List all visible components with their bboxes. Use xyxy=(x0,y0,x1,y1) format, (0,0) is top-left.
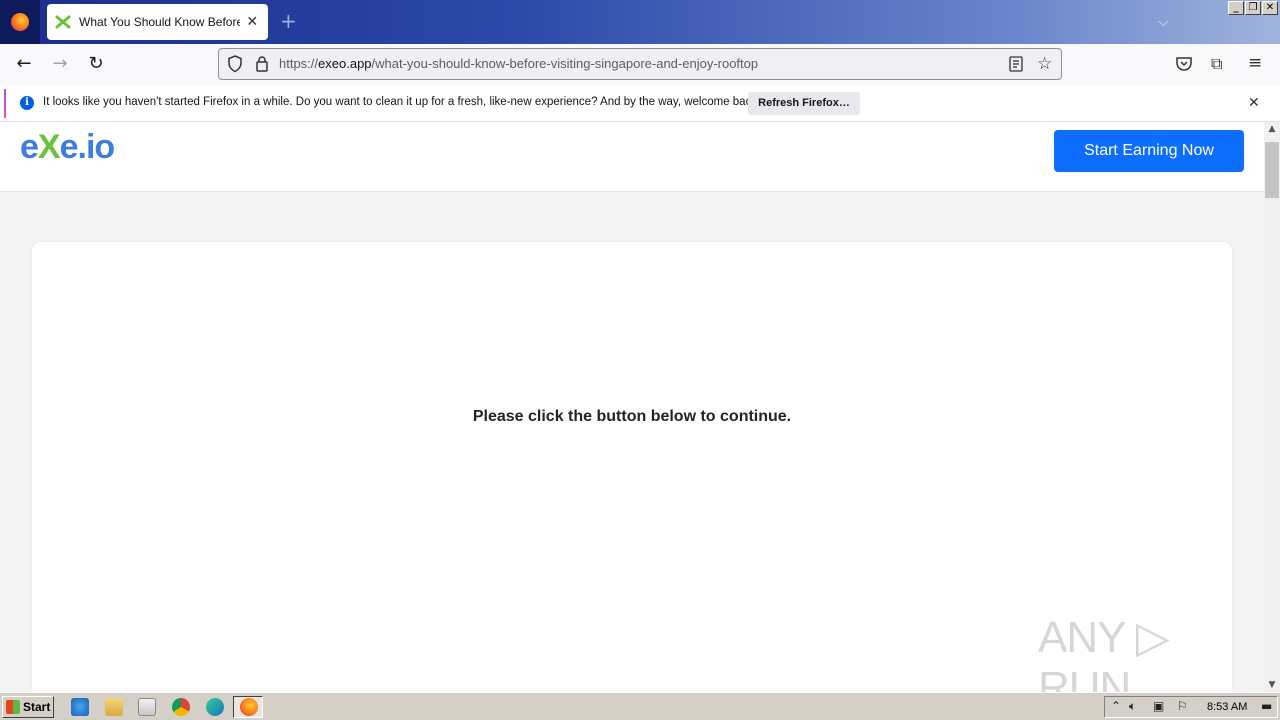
exe-favicon-icon xyxy=(55,14,71,30)
firefox-menu-button[interactable] xyxy=(0,0,40,44)
forward-arrow-icon[interactable]: → xyxy=(50,54,70,74)
extensions-icon[interactable]: ⧉ xyxy=(1211,54,1222,74)
lock-icon[interactable] xyxy=(255,55,269,77)
scroll-thumb[interactable] xyxy=(1265,142,1279,198)
system-tray: ⌃ 🔈︎ ▣ ⚐ 8:53 AM ▬ xyxy=(1104,696,1278,718)
page-viewport: eXe.io Start Earning Now Please click th… xyxy=(0,122,1264,692)
windows-taskbar: Start ⌃ 🔈︎ ▣ ⚐ 8:53 AM ▬ xyxy=(0,692,1280,720)
reload-icon[interactable]: ↻ xyxy=(86,54,106,74)
refresh-firefox-button[interactable]: Refresh Firefox… xyxy=(748,92,860,115)
navigation-toolbar: ← → ↻ https://exeo.app/what-you-should-k… xyxy=(0,44,1280,85)
active-tab[interactable]: What You Should Know Before Visiting Sin… xyxy=(47,4,268,40)
tracking-shield-icon[interactable] xyxy=(227,55,243,77)
bookmark-star-icon[interactable]: ☆ xyxy=(1037,54,1052,74)
logo-part-2: e.io xyxy=(59,128,116,166)
info-icon: i xyxy=(20,96,34,110)
url-text[interactable]: https://exeo.app/what-you-should-know-be… xyxy=(279,56,758,71)
taskbar-clock[interactable]: 8:53 AM xyxy=(1207,701,1247,713)
list-all-tabs-icon[interactable]: ⌵ xyxy=(1158,14,1169,30)
notification-accent xyxy=(4,89,6,118)
anyrun-watermark: ANY ▷ RUN xyxy=(1038,613,1170,692)
tab-title: What You Should Know Before Visiting Sin… xyxy=(79,15,241,29)
site-header: eXe.io Start Earning Now xyxy=(0,122,1264,192)
site-logo[interactable]: eXe.io xyxy=(20,128,116,167)
file-explorer-icon[interactable] xyxy=(105,698,123,716)
url-host: exeo.app xyxy=(318,56,372,71)
volume-icon[interactable]: 🔈︎ xyxy=(1129,699,1136,714)
windows-flag-icon xyxy=(6,700,20,714)
notification-close-icon[interactable]: ✕ xyxy=(1248,95,1260,111)
minimize-icon[interactable]: _ xyxy=(1228,1,1244,15)
firefox-icon xyxy=(11,13,29,31)
media-player-icon[interactable] xyxy=(138,698,156,716)
show-desktop-icon[interactable]: ▬ xyxy=(1261,699,1272,713)
logo-part-x: X xyxy=(37,128,61,166)
new-tab-button[interactable]: + xyxy=(280,11,297,31)
start-button[interactable]: Start xyxy=(2,696,54,718)
continue-message: Please click the button below to continu… xyxy=(472,408,792,425)
browser-titlebar: What You Should Know Before Visiting Sin… xyxy=(0,0,1280,44)
start-label: Start xyxy=(23,700,51,714)
firefox-taskbar-button[interactable] xyxy=(233,696,263,718)
tray-expand-icon[interactable]: ⌃ xyxy=(1111,699,1121,713)
window-controls: _ ❐ ✕ xyxy=(1228,1,1278,15)
network-icon[interactable]: ▣ xyxy=(1153,699,1164,713)
url-bar[interactable]: https://exeo.app/what-you-should-know-be… xyxy=(218,48,1062,80)
close-window-icon[interactable]: ✕ xyxy=(1262,1,1278,15)
action-center-flag-icon[interactable]: ⚐ xyxy=(1177,699,1188,713)
chrome-icon[interactable] xyxy=(172,698,190,716)
url-path: /what-you-should-know-before-visiting-si… xyxy=(371,56,759,71)
scroll-up-arrow-icon[interactable]: ▲ xyxy=(1264,124,1280,134)
page-scrollbar[interactable]: ▲ ▼ xyxy=(1264,122,1280,692)
firefox-notification-bar: i It looks like you haven't started Fire… xyxy=(0,85,1280,122)
back-arrow-icon[interactable]: ← xyxy=(14,54,34,74)
start-earning-button[interactable]: Start Earning Now xyxy=(1054,130,1244,172)
logo-part-1: e xyxy=(20,128,39,166)
firefox-taskbar-icon xyxy=(240,698,258,716)
url-scheme: https:// xyxy=(279,56,319,71)
pocket-icon[interactable] xyxy=(1175,55,1193,77)
tab-close-icon[interactable]: ✕ xyxy=(244,14,260,30)
edge-icon[interactable] xyxy=(206,698,224,716)
hamburger-menu-icon[interactable]: ≡ xyxy=(1248,53,1262,73)
internet-explorer-icon[interactable] xyxy=(71,698,89,716)
reader-view-icon[interactable] xyxy=(1009,56,1023,76)
scroll-down-arrow-icon[interactable]: ▼ xyxy=(1264,680,1280,690)
restore-icon[interactable]: ❐ xyxy=(1245,1,1261,15)
notification-message: It looks like you haven't started Firefo… xyxy=(43,96,761,108)
